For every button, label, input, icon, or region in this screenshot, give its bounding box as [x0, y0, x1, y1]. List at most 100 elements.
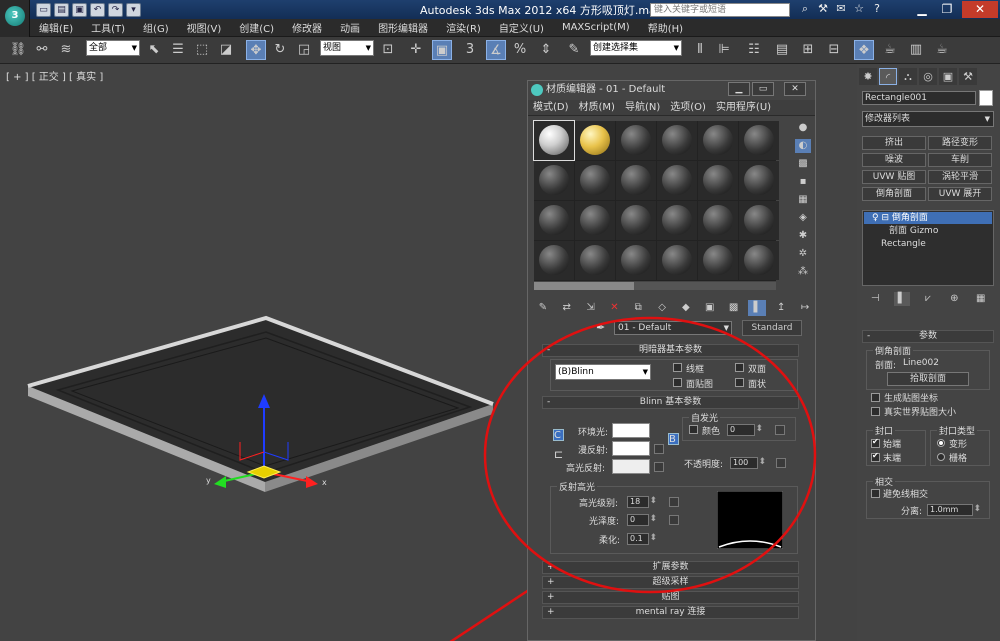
subscription-icon[interactable]: ⚒ — [814, 2, 832, 17]
communication-center-icon[interactable]: ✉ — [832, 2, 850, 17]
sample-slot[interactable] — [575, 241, 615, 280]
motion-tab-icon[interactable]: ◎ — [919, 68, 937, 85]
curve-editor-icon[interactable]: ⊞ — [798, 40, 818, 60]
make-preview-icon[interactable]: ◈ — [795, 211, 811, 225]
menu-modes[interactable]: 模式(D) — [528, 100, 574, 115]
create-tab-icon[interactable]: ✸ — [859, 68, 877, 85]
scrollbar-thumb[interactable] — [534, 282, 634, 290]
close-editor-button[interactable]: ✕ — [784, 82, 806, 96]
sample-slot[interactable] — [534, 161, 574, 200]
ambient-color-swatch[interactable] — [612, 423, 650, 438]
percent-snap-icon[interactable]: % — [510, 40, 530, 60]
select-by-name-icon[interactable]: ☰ — [168, 40, 188, 60]
menu-tools[interactable]: 工具(T) — [82, 20, 134, 35]
redo-icon[interactable]: ↷ — [108, 2, 123, 17]
rectangular-selection-icon[interactable]: ⬚ — [192, 40, 212, 60]
window-crossing-icon[interactable]: ◪ — [216, 40, 236, 60]
edit-named-selection-icon[interactable]: ✎ — [564, 40, 584, 60]
put-to-library-icon[interactable]: ◆ — [677, 300, 695, 316]
sample-slot[interactable] — [534, 241, 574, 280]
sample-slot[interactable] — [739, 201, 779, 240]
specular-level-spinner[interactable]: 18 — [627, 496, 657, 508]
material-name-field[interactable]: 01 - Default — [614, 321, 732, 335]
options-icon[interactable]: ✱ — [795, 229, 811, 243]
sample-slot[interactable] — [698, 121, 738, 160]
angle-snap-icon[interactable]: ∡ — [486, 40, 506, 60]
self-illum-map-button[interactable] — [775, 425, 785, 435]
sample-slot[interactable] — [657, 161, 697, 200]
menu-options[interactable]: 选项(O) — [665, 100, 711, 115]
unlink-icon[interactable]: ⚯ — [32, 40, 52, 60]
avoid-self-intersections-checkbox[interactable] — [871, 489, 880, 498]
material-editor-title-bar[interactable]: 材质编辑器 - 01 - Default ▁ ▭ ✕ — [528, 81, 815, 99]
configure-modifier-sets-icon[interactable]: ▦ — [973, 292, 989, 306]
put-material-icon[interactable]: ⇄ — [558, 300, 576, 316]
object-color-swatch[interactable] — [979, 90, 993, 106]
copy-material-icon[interactable]: ⧉ — [629, 300, 647, 316]
glossiness-spinner[interactable]: 0 — [627, 514, 657, 526]
align-icon[interactable]: ⊫ — [714, 40, 734, 60]
lightbulb-icon[interactable]: ♀ — [872, 213, 879, 223]
new-file-icon[interactable]: ▭ — [36, 2, 51, 17]
uvw-map-button[interactable]: UVW 贴图 — [862, 170, 926, 184]
material-map-navigator-icon[interactable]: ⁂ — [795, 265, 811, 279]
blinn-basic-params-rollout[interactable]: - Blinn 基本参数 — [542, 396, 799, 409]
sample-slot[interactable] — [575, 201, 615, 240]
sample-slot[interactable] — [657, 241, 697, 280]
hierarchy-tab-icon[interactable]: ⛬ — [899, 68, 917, 85]
display-tab-icon[interactable]: ▣ — [939, 68, 957, 85]
material-id-channel-icon[interactable]: ▣ — [701, 300, 719, 316]
wire-checkbox[interactable] — [673, 363, 682, 372]
menu-help[interactable]: 帮助(H) — [639, 20, 692, 35]
opacity-spinner[interactable]: 100 — [730, 457, 766, 469]
help-icon[interactable]: ? — [868, 2, 886, 17]
parameters-rollout[interactable]: - 参数 — [862, 330, 994, 343]
noise-button[interactable]: 噪波 — [862, 153, 926, 167]
unwrap-uvw-button[interactable]: UVW 展开 — [928, 187, 992, 201]
select-and-move-icon[interactable]: ✥ — [246, 40, 266, 60]
faceted-checkbox[interactable] — [735, 378, 744, 387]
mental-ray-connection-rollout[interactable]: + mental ray 连接 — [542, 606, 799, 619]
glossiness-map-button[interactable] — [669, 515, 679, 525]
layer-manager-icon[interactable]: ☷ — [744, 40, 764, 60]
modify-tab-icon[interactable]: ◜ — [879, 68, 897, 85]
cap-start-checkbox[interactable] — [871, 437, 880, 448]
background-icon[interactable]: ▩ — [795, 157, 811, 171]
maps-rollout[interactable]: + 贴图 — [542, 591, 799, 604]
show-map-in-viewport-icon[interactable]: ▩ — [725, 300, 743, 316]
lock-ambient-diffuse-button[interactable]: C — [553, 429, 564, 441]
sample-slot[interactable] — [575, 121, 615, 160]
render-setup-icon[interactable]: ☕ — [880, 40, 900, 60]
menu-create[interactable]: 创建(C) — [230, 20, 283, 35]
sample-slot[interactable] — [698, 201, 738, 240]
backlight-icon[interactable]: ◐ — [795, 139, 811, 153]
reference-coordinate-dropdown[interactable]: 视图 — [320, 40, 374, 56]
graphite-toolbar-icon[interactable]: ▤ — [772, 40, 792, 60]
menu-utilities[interactable]: 实用程序(U) — [711, 100, 776, 115]
separation-spinner[interactable]: 1.0mm — [927, 504, 981, 516]
sample-slot[interactable] — [533, 120, 575, 161]
open-file-icon[interactable]: ▤ — [54, 2, 69, 17]
select-by-material-icon[interactable]: ✲ — [795, 247, 811, 261]
lathe-button[interactable]: 车削 — [928, 153, 992, 167]
render-production-icon[interactable]: ☕ — [932, 40, 952, 60]
reset-material-icon[interactable]: ✕ — [605, 300, 623, 316]
menu-customize[interactable]: 自定义(U) — [490, 20, 553, 35]
menu-animation[interactable]: 动画 — [331, 20, 369, 35]
sample-slot[interactable] — [739, 121, 779, 160]
stack-item-rectangle[interactable]: Rectangle — [881, 238, 926, 250]
eyedropper-icon[interactable]: ✒ — [596, 321, 610, 335]
sample-slot[interactable] — [616, 201, 656, 240]
supersampling-rollout[interactable]: + 超级采样 — [542, 576, 799, 589]
specular-map-button[interactable] — [654, 462, 664, 472]
menu-maxscript[interactable]: MAXScript(M) — [553, 22, 639, 33]
show-end-result-icon[interactable]: ▌ — [748, 300, 767, 316]
sample-slot[interactable] — [739, 161, 779, 200]
mirror-icon[interactable]: ⫴ — [690, 40, 710, 60]
bevel-profile-button[interactable]: 倒角剖面 — [862, 187, 926, 201]
lock-diffuse-specular-button[interactable]: B — [668, 433, 679, 445]
menu-views[interactable]: 视图(V) — [178, 20, 231, 35]
turbosmooth-button[interactable]: 涡轮平滑 — [928, 170, 992, 184]
minimize-window-button[interactable]: ▁ — [910, 1, 934, 18]
cap-type-morph-radio[interactable] — [937, 439, 945, 447]
